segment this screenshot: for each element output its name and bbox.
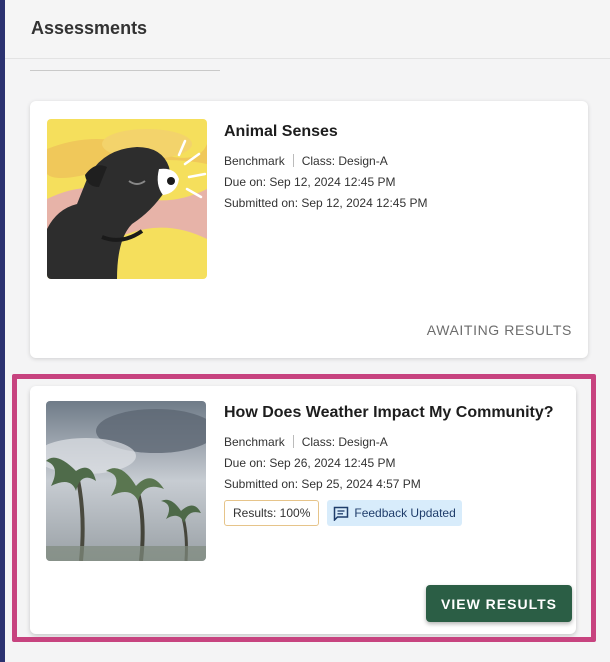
assessment-chips: Results: 100% Feedback Updated [224,500,554,526]
page-header: Assessments [5,0,610,59]
assessment-thumbnail-dog [47,119,207,279]
feedback-updated-badge[interactable]: Feedback Updated [327,500,462,526]
assessment-meta-row: Benchmark Class: Design-A [224,151,427,172]
assessment-info: How Does Weather Impact My Community? Be… [224,404,554,526]
section-divider [30,70,220,71]
assessment-type: Benchmark [224,154,285,168]
assessment-card-weather[interactable]: How Does Weather Impact My Community? Be… [30,386,576,634]
assessment-meta-row: Benchmark Class: Design-A [224,432,554,453]
assessment-card-animal-senses[interactable]: Animal Senses Benchmark Class: Design-A D… [30,101,588,358]
assessment-title[interactable]: Animal Senses [224,123,427,141]
results-badge: Results: 100% [224,500,320,526]
assessment-title[interactable]: How Does Weather Impact My Community? [224,404,554,422]
view-results-button[interactable]: VIEW RESULTS [426,585,572,622]
page-title: Assessments [31,18,148,38]
assessment-info: Animal Senses Benchmark Class: Design-A D… [224,123,427,214]
assessment-submitted-date: Submitted on: Sep 12, 2024 12:45 PM [224,196,428,210]
awaiting-results-status: AWAITING RESULTS [426,322,572,338]
assessment-type: Benchmark [224,435,285,449]
meta-separator [292,154,294,167]
assessment-class: Class: Design-A [301,154,388,168]
meta-separator [292,435,294,448]
assessment-class: Class: Design-A [301,435,388,449]
assessment-due-date: Due on: Sep 26, 2024 12:45 PM [224,456,396,470]
feedback-label: Feedback Updated [354,506,456,520]
assessment-thumbnail-storm [46,401,206,561]
feedback-message-icon [334,506,349,521]
sidebar-edge [0,0,5,662]
assessment-due-date: Due on: Sep 12, 2024 12:45 PM [224,175,396,189]
assessment-submitted-date: Submitted on: Sep 25, 2024 4:57 PM [224,477,421,491]
